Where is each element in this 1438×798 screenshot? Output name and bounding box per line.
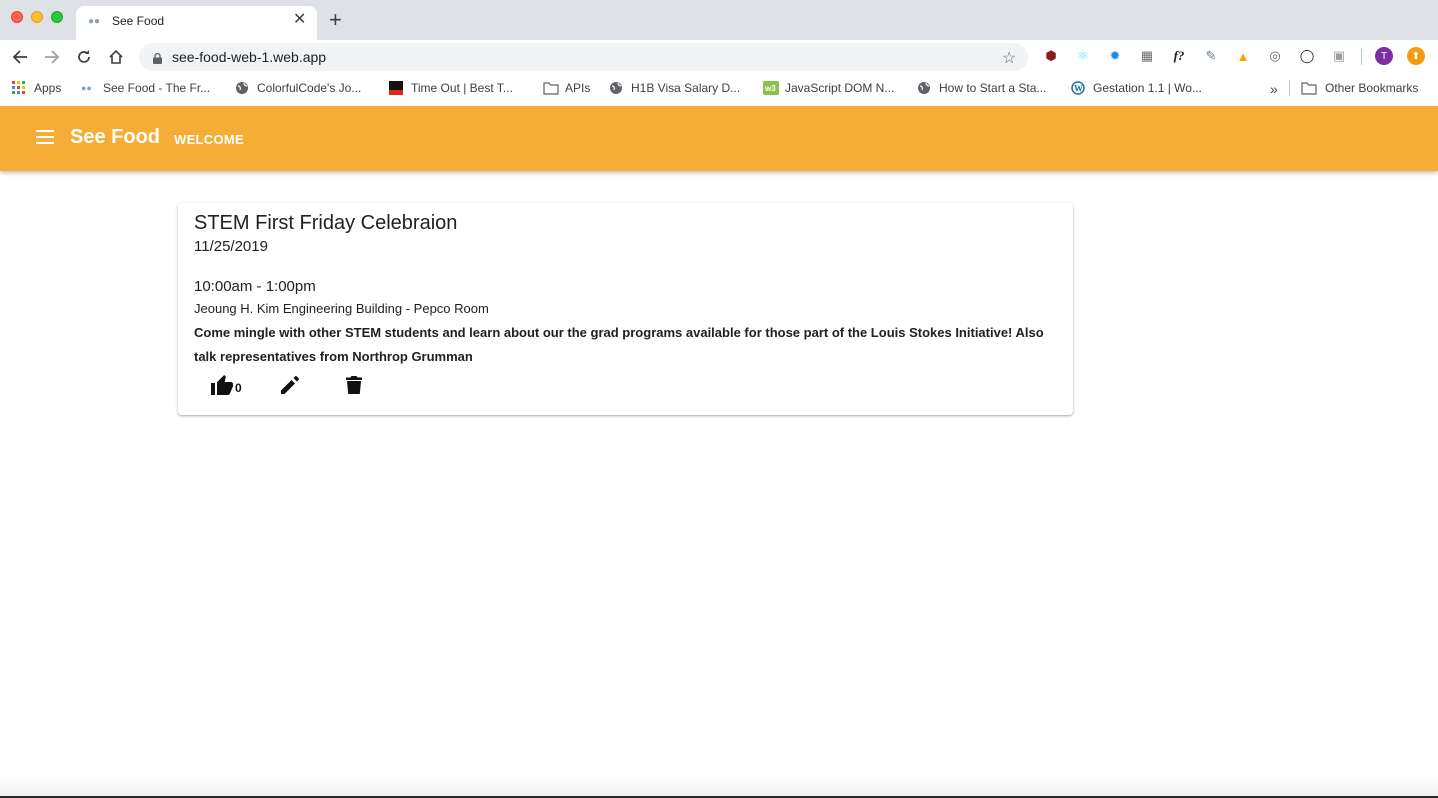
close-window-button[interactable] xyxy=(11,11,23,23)
new-tab-button[interactable]: + xyxy=(329,9,342,31)
react-devtools-extension-icon[interactable]: ⚛ xyxy=(1074,47,1092,65)
svg-text:w3: w3 xyxy=(764,84,776,93)
bookmarks-overflow-chevron-icon[interactable]: » xyxy=(1270,81,1278,97)
like-count: 0 xyxy=(235,381,242,395)
firebase-extension-icon[interactable]: ▲ xyxy=(1234,47,1252,65)
minimize-window-button[interactable] xyxy=(31,11,43,23)
apps-grid-icon xyxy=(12,81,26,95)
app-header: See Food WELCOME xyxy=(0,106,1438,171)
address-bar[interactable]: see-food-web-1.web.app ☆ xyxy=(139,43,1028,71)
nav-welcome-link[interactable]: WELCOME xyxy=(174,132,244,147)
bookmark-other-bookmarks[interactable]: Other Bookmarks xyxy=(1301,81,1418,95)
folder-icon xyxy=(1301,81,1317,95)
redux-devtools-extension-icon[interactable]: ✹ xyxy=(1106,47,1124,65)
bookmark-start-startup[interactable]: How to Start a Sta... xyxy=(917,81,1046,95)
bookmark-folder-apis[interactable]: APIs xyxy=(543,81,590,95)
like-button[interactable]: 0 xyxy=(210,374,242,401)
puzzle-extension-icon[interactable]: ▣ xyxy=(1330,47,1348,65)
globe-icon xyxy=(609,81,623,95)
event-description: Come mingle with other STEM students and… xyxy=(194,325,1044,364)
bookmarks-divider xyxy=(1289,80,1290,96)
app-brand[interactable]: See Food xyxy=(70,126,160,149)
bookmark-timeout[interactable]: Time Out | Best T... xyxy=(389,81,513,95)
bookmarks-bar: Apps ●● See Food - The Fr... ColorfulCod… xyxy=(0,74,1438,102)
globe-icon xyxy=(235,81,249,95)
reload-icon[interactable] xyxy=(72,45,96,69)
profile-avatar[interactable]: T xyxy=(1375,47,1393,65)
bookmark-apps[interactable]: Apps xyxy=(12,81,61,95)
color-picker-extension-icon[interactable]: ✎ xyxy=(1202,47,1220,65)
toolbar-divider xyxy=(1361,49,1362,65)
bookmark-see-food[interactable]: ●● See Food - The Fr... xyxy=(81,81,210,95)
folder-icon xyxy=(543,81,559,95)
seefood-favicon-icon: ●● xyxy=(81,83,92,93)
delete-button[interactable] xyxy=(346,375,362,400)
json-extension-icon[interactable]: ◎ xyxy=(1266,47,1284,65)
edit-button[interactable] xyxy=(280,375,300,400)
event-location: Jeoung H. Kim Engineering Building - Pep… xyxy=(194,301,489,316)
forward-arrow-icon[interactable] xyxy=(40,45,64,69)
page-bottom-shade xyxy=(0,772,1438,798)
browser-toolbar: see-food-web-1.web.app ☆ ⬢ ⚛ ✹ ▦ f? ✎ ▲ … xyxy=(0,40,1438,74)
event-title: STEM First Friday Celebraion xyxy=(194,212,458,234)
bookmark-colorfulcode[interactable]: ColorfulCode's Jo... xyxy=(235,81,361,95)
close-tab-icon[interactable]: ✕ xyxy=(293,12,306,28)
bookmark-gestation[interactable]: W Gestation 1.1 | Wo... xyxy=(1071,81,1202,95)
browser-titlebar: ●● See Food ✕ + xyxy=(0,0,1438,40)
bookmark-star-icon[interactable]: ☆ xyxy=(1002,48,1016,68)
back-arrow-icon[interactable] xyxy=(8,45,32,69)
svg-text:W: W xyxy=(1074,84,1083,94)
seefood-favicon-icon: ●● xyxy=(88,16,101,27)
circle-extension-icon[interactable]: ◯ xyxy=(1298,47,1316,65)
event-time: 10:00am - 1:00pm xyxy=(194,278,316,295)
home-icon[interactable] xyxy=(104,45,128,69)
update-icon[interactable]: ⬆ xyxy=(1407,47,1425,65)
event-date: 11/25/2019 xyxy=(194,238,268,255)
thumbs-up-icon xyxy=(210,374,234,401)
tab-title: See Food xyxy=(112,14,165,28)
browser-tab[interactable]: ●● See Food ✕ xyxy=(76,6,317,40)
timeout-favicon-icon xyxy=(389,81,403,95)
globe-icon xyxy=(917,81,931,95)
url-text: see-food-web-1.web.app xyxy=(172,49,327,65)
bookmark-javascript-dom[interactable]: w3 JavaScript DOM N... xyxy=(763,81,894,95)
bookmark-h1b[interactable]: H1B Visa Salary D... xyxy=(609,81,740,95)
font-detector-extension-icon[interactable]: f? xyxy=(1170,47,1188,65)
trash-icon xyxy=(346,375,362,400)
layout-extension-icon[interactable]: ▦ xyxy=(1138,47,1156,65)
w3-favicon-icon: w3 xyxy=(763,81,779,95)
lock-icon xyxy=(153,51,162,69)
hamburger-menu-icon[interactable] xyxy=(36,130,56,146)
event-card: STEM First Friday Celebraion 11/25/2019 … xyxy=(178,203,1073,415)
wordpress-icon: W xyxy=(1071,81,1085,95)
pencil-icon xyxy=(280,375,300,400)
ublock-extension-icon[interactable]: ⬢ xyxy=(1042,47,1060,65)
maximize-window-button[interactable] xyxy=(51,11,63,23)
